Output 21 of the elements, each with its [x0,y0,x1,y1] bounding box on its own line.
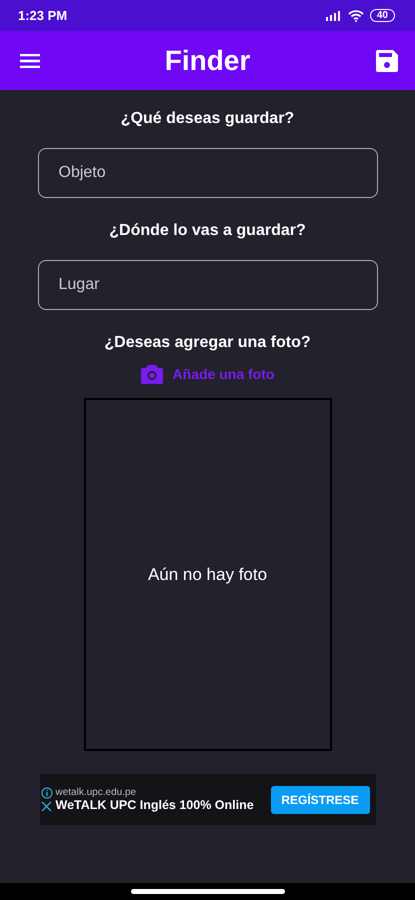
app-title: Finder [164,44,250,76]
wifi-icon [348,10,364,22]
signal-icon [326,10,342,20]
add-photo-button[interactable]: Añade una foto [140,364,274,384]
save-icon[interactable] [375,48,399,72]
close-icon[interactable] [41,801,52,812]
input-field[interactable]: Objeto [38,148,378,198]
input-field[interactable]: Lugar [38,260,378,310]
ad-domain: wetalk.upc.edu.pe [56,787,138,798]
ad-headline: WeTALK UPC Inglés 100% Online [56,798,255,812]
info-icon[interactable] [40,787,52,799]
question-label: ¿Dónde lo vas a guardar? [109,222,306,240]
question-label: ¿Qué deseas guardar? [120,110,294,128]
empty-photo-text: Aún no hay foto [148,564,268,584]
battery-icon: 40 [370,9,395,22]
status-time: 1:23 PM [18,8,68,23]
camera-icon [140,364,163,384]
menu-icon[interactable] [20,54,40,68]
ad-banner[interactable]: wetalk.upc.edu.pe WeTALK UPC Inglés 100% Online REGÍSTRESE [40,774,376,825]
question-label: ¿Deseas agregar una foto? [104,334,311,352]
register-button[interactable]: REGÍSTRESE [270,786,370,814]
